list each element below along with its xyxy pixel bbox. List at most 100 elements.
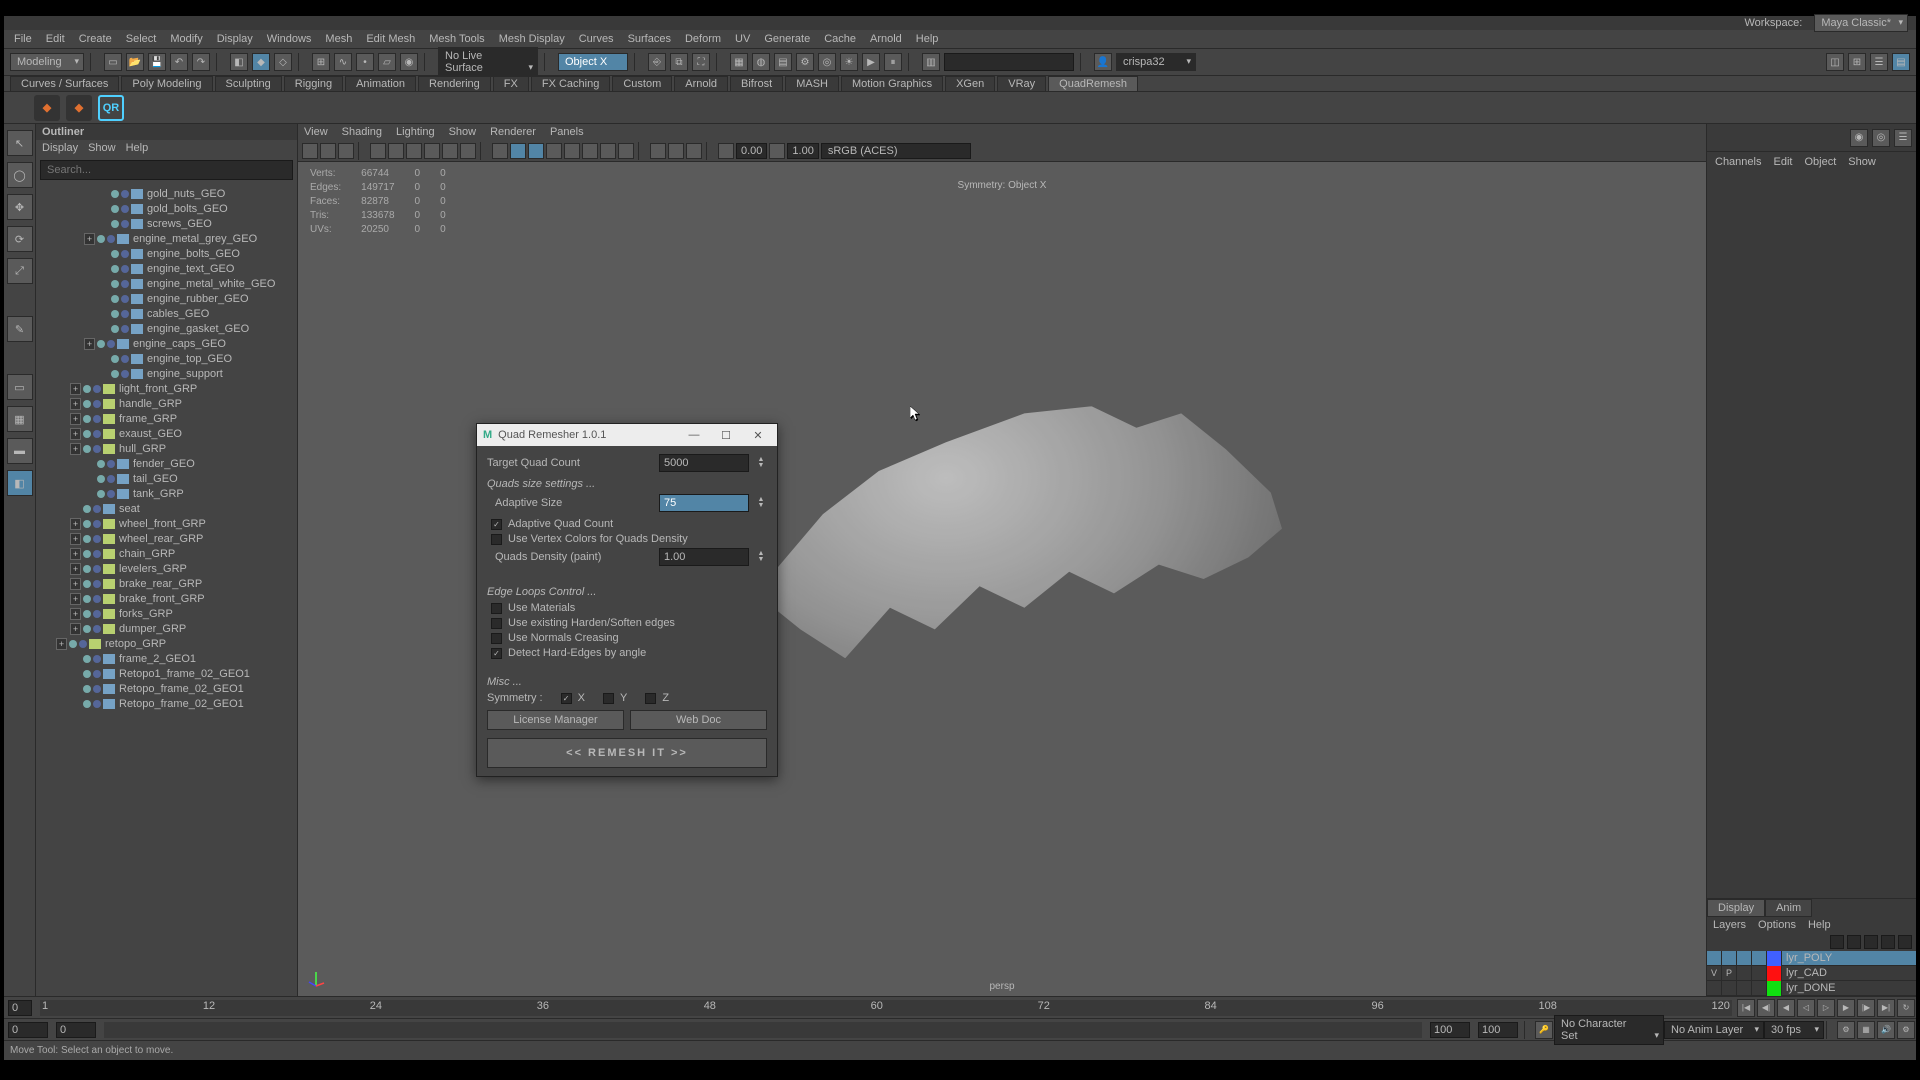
menu-mesh-tools[interactable]: Mesh Tools — [423, 31, 490, 47]
vp-gate-mask-icon[interactable] — [406, 143, 422, 159]
play-fwd-icon[interactable]: ▷ — [1817, 999, 1835, 1017]
menu-generate[interactable]: Generate — [758, 31, 816, 47]
outliner-item[interactable]: tank_GRP — [36, 486, 297, 501]
ipr-icon[interactable]: ◍ — [752, 53, 770, 71]
vp-xray-icon[interactable] — [668, 143, 684, 159]
outliner-item[interactable]: engine_text_GEO — [36, 261, 297, 276]
outliner-item[interactable]: seat — [36, 501, 297, 516]
outliner-item[interactable]: +engine_caps_GEO — [36, 336, 297, 351]
vp-field-chart-icon[interactable] — [424, 143, 440, 159]
outliner-item[interactable]: +hull_GRP — [36, 441, 297, 456]
fps-dropdown[interactable]: 30 fps — [1764, 1021, 1824, 1039]
outliner-menu-show[interactable]: Show — [88, 142, 116, 154]
shelf-vray[interactable]: VRay — [997, 76, 1046, 92]
shelf-icon-2[interactable]: QR — [98, 95, 124, 121]
outliner-tree[interactable]: gold_nuts_GEOgold_bolts_GEOscrews_GEO+en… — [36, 184, 297, 996]
vp-menu-panels[interactable]: Panels — [550, 126, 584, 138]
vp-safe-title-icon[interactable] — [460, 143, 476, 159]
live-surface-dropdown[interactable]: No Live Surface — [438, 47, 538, 77]
select-hilite-icon[interactable]: ◆ — [252, 53, 270, 71]
layout-outliner-icon[interactable]: ◧ — [7, 470, 33, 496]
range-vend[interactable] — [1430, 1022, 1470, 1038]
vp-colorspace-dropdown[interactable]: sRGB (ACES) — [821, 143, 971, 159]
layout-single-icon[interactable]: ▭ — [7, 374, 33, 400]
symmetry-z-check[interactable]: Z — [641, 692, 669, 704]
outliner-item[interactable]: Retopo_frame_02_GEO1 — [36, 696, 297, 711]
shelf-icon-1[interactable]: ◆ — [66, 95, 92, 121]
step-back-icon[interactable]: ◀ — [1777, 999, 1795, 1017]
auto-key-icon[interactable]: 🔑 — [1535, 1021, 1553, 1039]
outliner-item[interactable]: tail_GEO — [36, 471, 297, 486]
range-end[interactable] — [1478, 1022, 1518, 1038]
layer-item[interactable]: lyr_DONE — [1707, 981, 1916, 996]
vp-expose-icon[interactable] — [718, 143, 734, 159]
rotate-tool-icon[interactable]: ⟳ — [7, 226, 33, 252]
outliner-item[interactable]: engine_support — [36, 366, 297, 381]
outliner-search-input[interactable] — [40, 160, 293, 180]
menu-arnold[interactable]: Arnold — [864, 31, 908, 47]
web-doc-button[interactable]: Web Doc — [630, 710, 767, 730]
shelf-rigging[interactable]: Rigging — [284, 76, 343, 92]
shelf-curves-surfaces[interactable]: Curves / Surfaces — [10, 76, 119, 92]
panel-layout-icon[interactable]: ▥ — [922, 53, 940, 71]
adaptive-size-input[interactable]: 75 — [659, 494, 749, 512]
symmetry-field[interactable]: Object X — [558, 53, 628, 71]
vp-shadows-icon[interactable] — [564, 143, 580, 159]
menu-surfaces[interactable]: Surfaces — [622, 31, 677, 47]
toggle-modeling-toolkit-icon[interactable]: ◫ — [1826, 53, 1844, 71]
workspace-dropdown[interactable]: Maya Classic* — [1814, 14, 1908, 32]
outliner-item[interactable]: +wheel_rear_GRP — [36, 531, 297, 546]
select-tool-icon[interactable]: ↖ — [7, 130, 33, 156]
outliner-item[interactable]: +brake_rear_GRP — [36, 576, 297, 591]
target-quad-input[interactable]: 5000 — [659, 454, 749, 472]
vp-xray-joints-icon[interactable] — [686, 143, 702, 159]
vp-gamma-icon[interactable] — [769, 143, 785, 159]
prefs-icon[interactable]: ⚙ — [1897, 1021, 1915, 1039]
scale-tool-icon[interactable]: ⤢ — [7, 258, 33, 284]
quick-search-input[interactable] — [944, 53, 1074, 71]
use-normals-check[interactable]: Use Normals Creasing — [487, 632, 767, 644]
render-icon[interactable]: ⛶ — [692, 53, 710, 71]
license-manager-button[interactable]: License Manager — [487, 710, 624, 730]
outliner-menu-help[interactable]: Help — [126, 142, 149, 154]
open-scene-icon[interactable]: 📂 — [126, 53, 144, 71]
menuset-dropdown[interactable]: Modeling — [10, 53, 84, 71]
anim-layer-dropdown[interactable]: No Anim Layer — [1664, 1021, 1764, 1039]
toggle-grid-icon[interactable]: ⊞ — [1848, 53, 1866, 71]
quads-density-spinner[interactable]: ▲▼ — [755, 551, 767, 563]
shelf-animation[interactable]: Animation — [345, 76, 416, 92]
menu-mesh-display[interactable]: Mesh Display — [493, 31, 571, 47]
menu-windows[interactable]: Windows — [261, 31, 318, 47]
vp-bookmark-icon[interactable] — [320, 143, 336, 159]
outliner-item[interactable]: +retopo_GRP — [36, 636, 297, 651]
shelf-rendering[interactable]: Rendering — [418, 76, 491, 92]
snap-plane-icon[interactable]: ▱ — [378, 53, 396, 71]
select-mask-icon[interactable]: ◇ — [274, 53, 292, 71]
vp-select-cam-icon[interactable] — [302, 143, 318, 159]
cb-toggle1-icon[interactable]: ◉ — [1850, 129, 1868, 147]
vp-gamma-val[interactable]: 1.00 — [787, 143, 818, 159]
layer-add-sel-icon[interactable] — [1864, 935, 1878, 949]
vp-lights-icon[interactable] — [546, 143, 562, 159]
cb-menu-edit[interactable]: Edit — [1773, 156, 1792, 168]
layer-menu-layers[interactable]: Layers — [1713, 919, 1746, 931]
outliner-item[interactable]: engine_gasket_GEO — [36, 321, 297, 336]
outliner-item[interactable]: +forks_GRP — [36, 606, 297, 621]
cb-menu-show[interactable]: Show — [1848, 156, 1876, 168]
vp-shaded-icon[interactable] — [510, 143, 526, 159]
menu-mesh[interactable]: Mesh — [319, 31, 358, 47]
shelf-motion-graphics[interactable]: Motion Graphics — [841, 76, 943, 92]
outliner-item[interactable]: Retopo1_frame_02_GEO1 — [36, 666, 297, 681]
outliner-item[interactable]: fender_GEO — [36, 456, 297, 471]
remesh-button[interactable]: << REMESH IT >> — [487, 738, 767, 768]
account-icon[interactable]: 👤 — [1094, 53, 1112, 71]
loop-icon[interactable]: ↻ — [1897, 999, 1915, 1017]
range-vstart[interactable] — [56, 1022, 96, 1038]
pause-icon[interactable]: ⏸ — [884, 53, 902, 71]
shelf-sculpting[interactable]: Sculpting — [215, 76, 282, 92]
menu-edit[interactable]: Edit — [40, 31, 71, 47]
use-materials-check[interactable]: Use Materials — [487, 602, 767, 614]
vp-motion-blur-icon[interactable] — [618, 143, 634, 159]
use-harden-check[interactable]: Use existing Harden/Soften edges — [487, 617, 767, 629]
vp-menu-lighting[interactable]: Lighting — [396, 126, 435, 138]
